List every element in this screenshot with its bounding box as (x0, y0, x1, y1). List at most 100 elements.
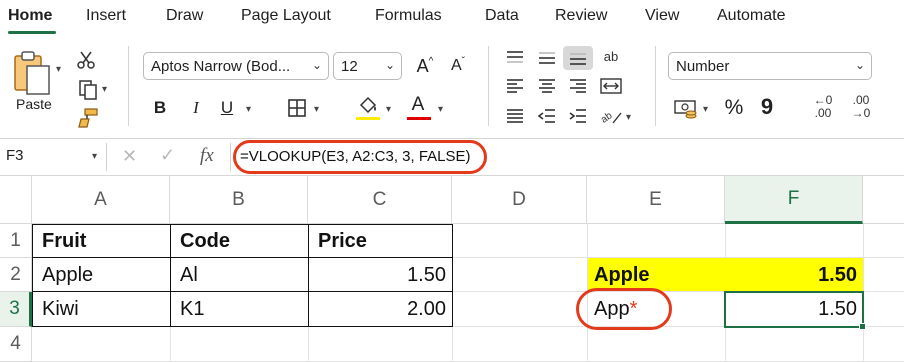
decrease-indent-icon[interactable] (535, 106, 559, 126)
number-format-dropdown[interactable]: Number ⌄ (668, 52, 872, 80)
align-middle-icon[interactable] (535, 48, 559, 68)
grow-font-icon: A (416, 55, 429, 76)
cancel-icon[interactable]: ✕ (122, 146, 137, 167)
column-header-c[interactable]: C (308, 176, 452, 224)
align-right-icon[interactable] (566, 76, 590, 96)
table-border-col (170, 224, 171, 327)
cell-b1[interactable]: Code (176, 224, 308, 258)
cell-c1[interactable]: Price (314, 224, 452, 258)
tab-page-layout[interactable]: Page Layout (241, 7, 331, 25)
column-header-b[interactable]: B (170, 176, 308, 224)
column-header-f[interactable]: F (725, 176, 863, 224)
orientation-dropdown-caret[interactable]: ▾ (626, 112, 631, 123)
tab-view[interactable]: View (645, 7, 679, 25)
wrap-text-icon[interactable]: ab (598, 44, 624, 70)
cell-a2[interactable]: Apple (38, 258, 170, 292)
cell-c2[interactable]: 1.50 (308, 258, 452, 292)
cell-a3[interactable]: Kiwi (38, 292, 170, 326)
font-size-dropdown[interactable]: 12 ⌄ (333, 52, 402, 80)
bold-button[interactable]: B (150, 96, 170, 120)
fill-handle[interactable] (859, 323, 866, 330)
wildcard-asterisk: * (629, 298, 638, 320)
active-cell-border (724, 291, 864, 328)
cell-b3[interactable]: K1 (176, 292, 308, 326)
fill-color-icon[interactable] (356, 94, 380, 116)
row-header-4[interactable]: 4 (0, 327, 32, 362)
row-header-3[interactable]: 3 (0, 292, 32, 327)
formula-input[interactable]: =VLOOKUP(E3, A2:C3, 3, FALSE) (240, 148, 471, 165)
increase-decimal-bottom: .00 (814, 106, 832, 120)
worksheet-grid: A B C D E F 1 2 3 4 Fruit Code Price App… (0, 176, 904, 362)
copy-dropdown-caret[interactable]: ▾ (102, 84, 107, 95)
tab-insert[interactable]: Insert (86, 7, 126, 25)
enter-check-icon[interactable]: ✓ (160, 145, 175, 166)
svg-text:ab: ab (599, 110, 615, 126)
borders-icon[interactable] (286, 97, 308, 119)
scissors-icon[interactable] (74, 48, 98, 72)
copy-icon[interactable] (76, 78, 100, 102)
paste-dropdown-caret[interactable]: ▾ (56, 64, 61, 75)
row-header-1[interactable]: 1 (0, 224, 32, 258)
formula-bar-separator (230, 143, 231, 171)
tab-data[interactable]: Data (485, 7, 519, 25)
column-header-a[interactable]: A (32, 176, 170, 224)
cell-f2[interactable]: 1.50 (725, 258, 863, 292)
tab-formulas[interactable]: Formulas (375, 7, 442, 25)
tab-home[interactable]: Home (8, 7, 52, 25)
cell-b2[interactable]: Al (176, 258, 308, 292)
name-box[interactable]: F3 (0, 143, 104, 171)
font-name-dropdown[interactable]: Aptos Narrow (Bod... ⌄ (143, 52, 329, 80)
cell-c3[interactable]: 2.00 (308, 292, 452, 326)
tab-review[interactable]: Review (555, 7, 607, 25)
shrink-font-icon: A (450, 57, 462, 74)
column-header-e[interactable]: E (587, 176, 725, 224)
align-left-icon[interactable] (503, 76, 527, 96)
merge-center-icon[interactable] (598, 76, 624, 96)
font-color-button[interactable]: A (409, 94, 427, 116)
italic-button[interactable]: I (186, 96, 206, 120)
accounting-format-icon[interactable] (672, 96, 700, 122)
borders-dropdown-caret[interactable]: ▾ (314, 104, 319, 115)
paste-label: Paste (16, 96, 52, 112)
name-box-dropdown-caret[interactable]: ▾ (92, 151, 97, 162)
ribbon: ▾ Paste ▾ Aptos Narrow (Bod... ⌄ 12 ⌄ A ^ (0, 36, 904, 136)
ribbon-tab-bar: Home Insert Draw Page Layout Formulas Da… (0, 0, 904, 36)
accounting-dropdown-caret[interactable]: ▾ (703, 104, 708, 115)
ribbon-separator (488, 46, 489, 126)
shrink-caret-icon: ˇ (461, 55, 465, 67)
decrease-decimal-button[interactable]: .00 →0 (846, 94, 876, 124)
cell-e2[interactable]: Apple (590, 258, 725, 292)
insert-function-button[interactable]: fx (200, 145, 214, 167)
chevron-down-icon: ⌄ (384, 58, 395, 72)
underline-dropdown-caret[interactable]: ▾ (246, 104, 251, 115)
comma-style-button[interactable]: 9 (758, 94, 776, 120)
column-header-d[interactable]: D (452, 176, 587, 224)
orientation-icon[interactable]: ab (598, 104, 624, 128)
cell-e3[interactable]: App * (590, 292, 725, 327)
fill-color-dropdown-caret[interactable]: ▾ (386, 104, 391, 115)
format-painter-icon[interactable] (76, 106, 100, 130)
align-center-icon[interactable] (535, 76, 559, 96)
underline-button[interactable]: U (217, 96, 237, 120)
select-all-corner[interactable] (0, 176, 32, 224)
paste-button[interactable] (10, 50, 56, 96)
chevron-down-icon: ⌄ (311, 58, 322, 72)
font-color-dropdown-caret[interactable]: ▾ (438, 104, 443, 115)
justify-icon[interactable] (503, 106, 527, 126)
percent-style-button[interactable]: % (722, 96, 746, 120)
cell-a1[interactable]: Fruit (38, 224, 170, 258)
gridline (587, 224, 588, 362)
fill-color-swatch (356, 117, 380, 120)
row-header-2[interactable]: 2 (0, 258, 32, 292)
align-top-icon[interactable] (503, 48, 527, 68)
column-header-g[interactable] (863, 176, 904, 224)
tab-automate[interactable]: Automate (717, 7, 785, 25)
ribbon-separator (128, 46, 129, 126)
increase-decimal-button[interactable]: ←0 .00 (808, 94, 838, 124)
align-bottom-icon[interactable] (566, 48, 590, 68)
grow-font-button[interactable]: A ^ (414, 54, 436, 78)
tab-draw[interactable]: Draw (166, 7, 203, 25)
increase-indent-icon[interactable] (566, 106, 590, 126)
grow-caret-icon: ^ (428, 55, 434, 67)
shrink-font-button[interactable]: Aˇ (447, 54, 469, 78)
